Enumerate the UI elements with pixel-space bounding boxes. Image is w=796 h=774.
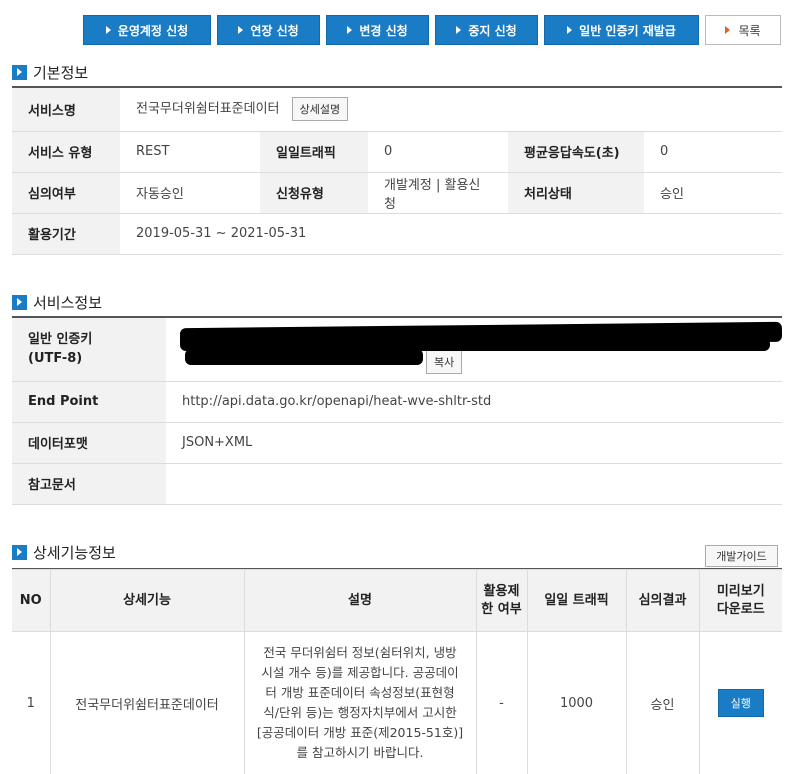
detail-info-title: 상세기능정보 bbox=[33, 543, 116, 562]
auth-key-label: 일반 인증키 (UTF-8) bbox=[12, 318, 166, 382]
action-bar: 운영계정 신청 연장 신청 변경 신청 중지 신청 일반 인증키 재발급 목록 bbox=[0, 15, 796, 45]
stop-label: 중지 신청 bbox=[468, 23, 517, 38]
row-function: 전국무더위쉼터표준데이터 bbox=[49, 631, 245, 774]
request-type-value: 개발계정 | 활용신청 bbox=[368, 172, 508, 214]
basic-info-heading: 기본정보 bbox=[12, 62, 88, 82]
extend-label: 연장 신청 bbox=[250, 23, 299, 38]
row-traffic: 1000 bbox=[526, 631, 627, 774]
daily-traffic-label: 일일트래픽 bbox=[260, 131, 368, 173]
reissue-key-label: 일반 인증키 재발급 bbox=[579, 23, 676, 38]
description-line: 식/단위 등)는 행정자치부에서 고시한 bbox=[263, 705, 457, 720]
daily-traffic-value: 0 bbox=[368, 131, 508, 173]
copy-key-button[interactable]: 복사 bbox=[426, 350, 463, 374]
description-line: 터 개방 표준데이터 속성정보(표현형 bbox=[265, 685, 455, 700]
section-arrow-icon bbox=[12, 544, 27, 560]
avg-response-label: 평균응답속도(초) bbox=[508, 131, 644, 173]
format-value: JSON+XML bbox=[166, 422, 782, 464]
format-label: 데이터포맷 bbox=[12, 422, 166, 464]
row-no: 1 bbox=[12, 631, 51, 774]
table-row: 1 전국무더위쉼터표준데이터 전국 무더위쉼터 정보(쉼터위치, 냉방 시설 개… bbox=[12, 631, 782, 774]
arrow-right-icon bbox=[105, 26, 111, 34]
run-button[interactable]: 실행 bbox=[717, 689, 764, 717]
service-type-value: REST bbox=[120, 131, 260, 173]
detail-info-heading: 상세기능정보 bbox=[12, 542, 116, 562]
endpoint-value: http://api.data.go.kr/openapi/heat-wve-s… bbox=[166, 381, 782, 423]
format-row: 데이터포맷 JSON+XML bbox=[12, 422, 782, 464]
detail-function-table: NO 상세기능 설명 활용제 한 여부 일일 트래픽 심의결과 미리보기 다운로… bbox=[12, 569, 782, 774]
list-label: 목록 bbox=[738, 23, 761, 38]
reference-value bbox=[166, 463, 782, 505]
col-preview-line2: 다운로드 bbox=[716, 601, 765, 617]
description-line: 를 참고하시기 바랍니다. bbox=[296, 745, 424, 760]
service-name-row: 서비스명 전국무더위쉼터표준데이터 상세설명 bbox=[12, 88, 783, 132]
reissue-key-button[interactable]: 일반 인증키 재발급 bbox=[544, 15, 699, 45]
service-type-label: 서비스 유형 bbox=[12, 131, 120, 173]
avg-response-value: 0 bbox=[644, 131, 783, 173]
col-traffic: 일일 트래픽 bbox=[526, 569, 627, 632]
row-preview: 실행 bbox=[698, 631, 782, 774]
description-line: 시설 개수 등)를 제공합니다. 공공데이 bbox=[261, 665, 459, 680]
service-info-heading: 서비스정보 bbox=[12, 292, 102, 312]
period-row: 활용기간 2019-05-31 ~ 2021-05-31 bbox=[12, 213, 783, 255]
operation-account-button[interactable]: 운영계정 신청 bbox=[83, 15, 211, 45]
endpoint-label: End Point bbox=[12, 381, 166, 423]
row-description: 전국 무더위쉼터 정보(쉼터위치, 냉방 시설 개수 등)를 제공합니다. 공공… bbox=[243, 631, 477, 774]
reference-row: 참고문서 bbox=[12, 463, 782, 505]
section-arrow-icon bbox=[12, 64, 27, 80]
auth-key-label-line2: (UTF-8) bbox=[28, 351, 83, 367]
review-row: 심의여부 자동승인 신청유형 개발계정 | 활용신청 처리상태 승인 bbox=[12, 172, 783, 214]
request-type-label: 신청유형 bbox=[260, 172, 368, 214]
list-button[interactable]: 목록 bbox=[705, 15, 781, 45]
basic-info-title: 기본정보 bbox=[33, 63, 89, 82]
developer-guide-button[interactable]: 개발가이드 bbox=[705, 545, 778, 567]
col-function: 상세기능 bbox=[49, 569, 245, 632]
service-name-value: 전국무더위쉼터표준데이터 bbox=[136, 101, 280, 117]
arrow-right-icon bbox=[456, 26, 462, 34]
period-value: 2019-05-31 ~ 2021-05-31 bbox=[120, 213, 783, 255]
review-label: 심의여부 bbox=[12, 172, 120, 214]
change-button[interactable]: 변경 신청 bbox=[326, 15, 429, 45]
description-line: [공공데이터 개방 표준(제2015-51호)] bbox=[256, 725, 464, 740]
col-preview-line1: 미리보기 bbox=[716, 583, 765, 599]
col-result: 심의결과 bbox=[625, 569, 700, 632]
service-name-label: 서비스명 bbox=[12, 88, 120, 132]
arrow-right-icon bbox=[725, 26, 731, 34]
extend-button[interactable]: 연장 신청 bbox=[217, 15, 320, 45]
detail-header-row: NO 상세기능 설명 활용제 한 여부 일일 트래픽 심의결과 미리보기 다운로… bbox=[12, 569, 782, 632]
col-no: NO bbox=[12, 569, 51, 632]
arrow-right-icon bbox=[567, 26, 573, 34]
operation-account-label: 운영계정 신청 bbox=[117, 23, 189, 38]
detail-description-button[interactable]: 상세설명 bbox=[291, 97, 349, 122]
review-value: 자동승인 bbox=[120, 172, 260, 214]
description-line: 전국 무더위쉼터 정보(쉼터위치, 냉방 bbox=[263, 645, 457, 660]
row-restriction: - bbox=[475, 631, 528, 774]
service-type-row: 서비스 유형 REST 일일트래픽 0 평균응답속도(초) 0 bbox=[12, 131, 783, 173]
arrow-right-icon bbox=[238, 26, 244, 34]
col-description: 설명 bbox=[243, 569, 477, 632]
endpoint-row: End Point http://api.data.go.kr/openapi/… bbox=[12, 381, 782, 423]
row-result: 승인 bbox=[625, 631, 700, 774]
status-value: 승인 bbox=[644, 172, 783, 214]
reference-label: 참고문서 bbox=[12, 463, 166, 505]
period-label: 활용기간 bbox=[12, 213, 120, 255]
stop-button[interactable]: 중지 신청 bbox=[435, 15, 538, 45]
section-arrow-icon bbox=[12, 294, 27, 310]
change-label: 변경 신청 bbox=[359, 23, 408, 38]
col-restriction: 활용제 한 여부 bbox=[475, 569, 528, 632]
auth-key-label-line1: 일반 인증키 bbox=[28, 332, 93, 348]
col-restriction-line2: 한 여부 bbox=[481, 601, 522, 617]
col-preview: 미리보기 다운로드 bbox=[698, 569, 782, 632]
col-restriction-line1: 활용제 bbox=[483, 583, 520, 599]
arrow-right-icon bbox=[347, 26, 353, 34]
status-label: 처리상태 bbox=[508, 172, 644, 214]
basic-info-table: 서비스명 전국무더위쉼터표준데이터 상세설명 서비스 유형 REST 일일트래픽… bbox=[12, 88, 783, 255]
redaction-mark bbox=[185, 349, 423, 365]
service-name-cell: 전국무더위쉼터표준데이터 상세설명 bbox=[120, 88, 783, 132]
service-info-title: 서비스정보 bbox=[33, 293, 103, 312]
